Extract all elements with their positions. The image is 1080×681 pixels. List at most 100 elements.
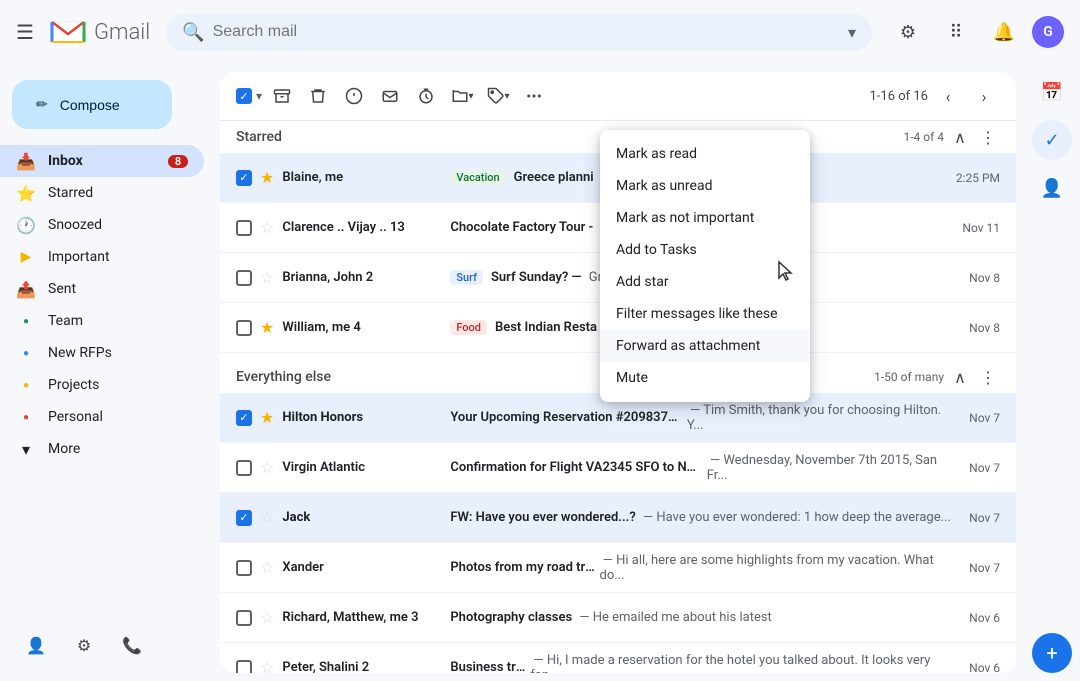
toolbar-pagination: 1-16 of 16 ‹ › [869,80,1000,112]
hamburger-menu[interactable]: ☰ [16,20,34,44]
report-spam-button[interactable] [338,80,370,112]
sidebar-item-label-personal: Personal [48,409,188,425]
star-icon[interactable]: ★ [260,408,274,427]
avatar[interactable]: G [1032,16,1064,48]
email-row[interactable]: ☆ Xander Photos from my road trip — Hi a… [220,543,1016,593]
add-star-label: Add star [616,274,669,290]
star-icon[interactable]: ☆ [260,608,274,627]
mark-read-button[interactable] [374,80,406,112]
apps-button[interactable]: ⠿ [936,12,976,52]
sidebar-item-label-important: Important [48,249,188,265]
sent-icon: 📤 [16,280,36,299]
email-row[interactable]: ☆ Richard, Matthew, me 3 Photography cla… [220,593,1016,643]
email-content: Your Upcoming Reservation #20983746 — Ti… [450,403,961,433]
important-icon: ▶ [16,249,36,265]
else-collapse-btn[interactable]: ∧ [948,365,972,389]
email-subject: FW: Have you ever wondered...? [450,510,635,525]
next-page-button[interactable]: › [968,80,1000,112]
starred-more-btn[interactable]: ⋮ [976,125,1000,149]
email-date: Nov 6 [969,661,1000,674]
notifications-button[interactable]: 🔔 [984,12,1024,52]
context-menu-item-add-tasks[interactable]: Add to Tasks [600,234,810,266]
more-actions-button[interactable] [518,80,550,112]
select-all-checkbox[interactable]: ✓ [236,88,252,104]
star-icon[interactable]: ☆ [260,458,274,477]
email-checkbox[interactable] [236,320,252,336]
sidebar-item-team[interactable]: ● Team [0,305,204,337]
else-section-info: 1-50 of many ∧ ⋮ [874,365,1000,389]
sidebar-item-snoozed[interactable]: 🕐 Snoozed [0,209,204,241]
settings-button[interactable]: ⚙ [888,12,928,52]
star-icon[interactable]: ★ [260,318,274,337]
search-input[interactable] [213,23,840,41]
context-menu-item-mark-read[interactable]: Mark as read [600,138,810,170]
sidebar-item-starred[interactable]: ⭐ Starred [0,177,204,209]
search-dropdown-icon[interactable]: ▾ [848,23,856,42]
sender-name: Hilton Honors [282,410,442,425]
else-more-btn[interactable]: ⋮ [976,365,1000,389]
prev-page-button[interactable]: ‹ [932,80,964,112]
context-menu-item-add-star[interactable]: Add star [600,266,810,298]
sidebar-item-new-rfps[interactable]: ● New RFPs [0,337,204,369]
star-icon[interactable]: ☆ [260,658,274,673]
email-date: Nov 11 [962,221,1000,235]
email-checkbox[interactable]: ✓ [236,410,252,426]
email-subject: Chocolate Factory Tour - [450,220,593,235]
sidebar-item-more[interactable]: ▾ More [0,433,204,465]
email-checkbox[interactable] [236,220,252,236]
right-panel-contacts-icon[interactable]: 👤 [1032,168,1072,208]
context-menu: Mark as read Mark as unread Mark as not … [600,130,810,402]
sidebar-item-projects[interactable]: ● Projects [0,369,204,401]
email-subject: Surf Sunday? — [491,270,582,285]
email-checkbox[interactable]: ✓ [236,170,252,186]
context-menu-item-mark-not-important[interactable]: Mark as not important [600,202,810,234]
email-checkbox[interactable] [236,560,252,576]
email-tag-surf: Surf [450,270,483,285]
email-snippet: — Have you ever wondered: 1 how deep the… [640,510,951,525]
sidebar-item-label-starred: Starred [48,185,188,201]
email-row[interactable]: ☆ Virgin Atlantic Confirmation for Fligh… [220,443,1016,493]
sidebar-item-sent[interactable]: 📤 Sent [0,273,204,305]
email-checkbox[interactable] [236,610,252,626]
sidebar: ✏ Compose 📥 Inbox 8 ⭐ Starred 🕐 Snoozed … [0,64,220,681]
context-menu-item-mute[interactable]: Mute [600,362,810,394]
email-checkbox[interactable] [236,270,252,286]
email-row[interactable]: ☆ Peter, Shalini 2 Business trip — Hi, I… [220,643,1016,673]
support-icon[interactable]: ⚙ [64,625,104,665]
move-to-button[interactable]: ▾ [446,80,478,112]
star-icon[interactable]: ★ [260,168,274,187]
email-checkbox[interactable] [236,460,252,476]
sidebar-item-personal[interactable]: ● Personal [0,401,204,433]
compose-button[interactable]: ✏ Compose [12,80,172,129]
filter-messages-label: Filter messages like these [616,306,778,322]
delete-button[interactable] [302,80,334,112]
sidebar-item-important[interactable]: ▶ Important [0,241,204,273]
email-snippet: — Tim Smith, thank you for choosing Hilt… [687,403,961,433]
right-panel-tasks-icon[interactable]: ✓ [1032,120,1072,160]
email-checkbox[interactable]: ✓ [236,510,252,526]
phone-icon[interactable]: 📞 [112,625,152,665]
archive-button[interactable] [266,80,298,112]
context-menu-item-filter-messages[interactable]: Filter messages like these [600,298,810,330]
sender-name: Peter, Shalini 2 [282,660,442,673]
right-panel-calendar-icon[interactable]: 📅 [1032,72,1072,112]
search-bar[interactable]: 🔍 ▾ [166,14,872,51]
context-menu-item-mark-unread[interactable]: Mark as unread [600,170,810,202]
context-menu-item-forward-attachment[interactable]: Forward as attachment [600,330,810,362]
starred-collapse-btn[interactable]: ∧ [948,125,972,149]
email-checkbox[interactable] [236,660,252,674]
star-icon[interactable]: ☆ [260,268,274,287]
email-row[interactable]: ✓ ☆ Jack FW: Have you ever wondered...? … [220,493,1016,543]
select-dropdown[interactable]: ▾ [256,89,262,103]
right-panel-add-button[interactable]: + [1032,633,1072,673]
mark-read-label: Mark as read [616,146,697,162]
star-icon[interactable]: ☆ [260,508,274,527]
star-icon[interactable]: ☆ [260,218,274,237]
star-icon[interactable]: ☆ [260,558,274,577]
else-pagination: 1-50 of many [874,370,944,384]
snooze-button[interactable] [410,80,442,112]
sidebar-item-inbox[interactable]: 📥 Inbox 8 [0,145,204,177]
labels-button[interactable]: ▾ [482,80,514,112]
add-tasks-label: Add to Tasks [616,242,697,258]
account-icon[interactable]: 👤 [16,625,56,665]
